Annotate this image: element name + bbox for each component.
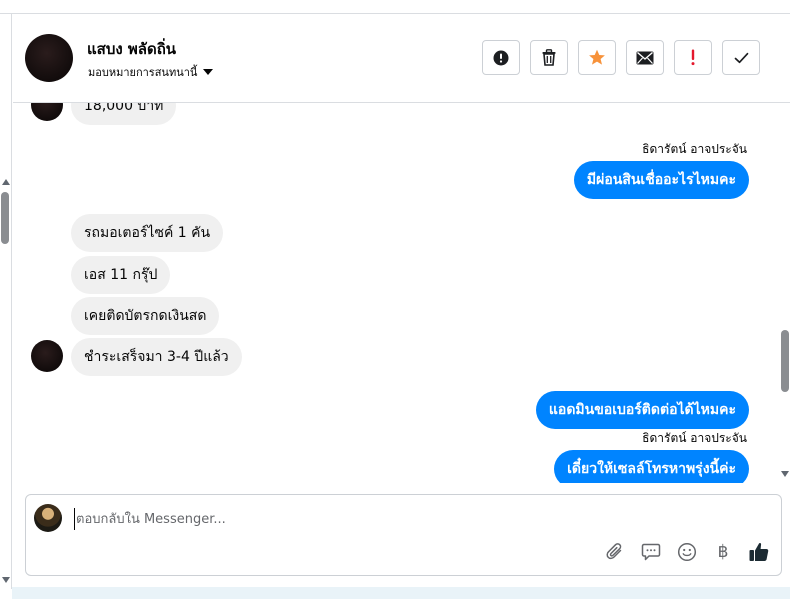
chat-bubble-icon [641, 543, 661, 561]
delete-button[interactable] [530, 40, 568, 75]
composer-tools: ฿ [604, 541, 770, 563]
payment-button[interactable]: ฿ [712, 541, 734, 563]
bottom-bar [12, 587, 790, 599]
incoming-message[interactable]: เอส 11 กรุ๊ป [71, 256, 171, 294]
star-icon [589, 49, 605, 65]
contact-avatar-small [31, 103, 63, 121]
thread-scrollbar[interactable] [781, 103, 790, 483]
emoji-button[interactable] [676, 541, 698, 563]
baht-icon: ฿ [717, 542, 729, 562]
contact-name[interactable]: แสบง พลัดถิ่น [87, 37, 176, 61]
top-bar [0, 0, 790, 14]
spam-button[interactable] [674, 40, 712, 75]
conversation-header: แสบง พลัดถิ่น มอบหมายการสนทนานี้ [13, 15, 790, 103]
outgoing-message[interactable]: มีผ่อนสินเชื่ออะไรไหมคะ [573, 161, 749, 199]
like-button[interactable] [748, 541, 770, 563]
thumbs-up-icon [749, 542, 769, 561]
messenger-page: แสบง พลัดถิ่น มอบหมายการสนทนานี้ 18,000 … [0, 0, 790, 599]
mark-unread-button[interactable] [626, 40, 664, 75]
contact-avatar-small [31, 340, 63, 372]
reply-input[interactable] [74, 508, 674, 530]
incoming-message[interactable]: รถมอเตอร์ไซค์ 1 คัน [71, 214, 224, 252]
sender-name: ธิดารัตน์ อาจประจัน [642, 431, 747, 445]
scroll-down-arrow-icon[interactable] [781, 471, 789, 477]
contact-avatar[interactable] [25, 34, 73, 82]
trash-icon [542, 49, 556, 66]
outgoing-message[interactable]: เดี๋ยวให้เซลล์โทรหาพรุ่งนี้ค่ะ [554, 450, 749, 483]
assign-label: มอบหมายการสนทนานี้ [88, 66, 198, 79]
scroll-up-arrow-icon[interactable] [2, 179, 10, 185]
paperclip-icon [606, 543, 622, 560]
saved-replies-button[interactable] [640, 541, 662, 563]
header-actions [482, 40, 760, 75]
sender-name: ธิดารัตน์ อาจประจัน [642, 142, 747, 156]
exclamation-icon [691, 49, 695, 66]
check-icon [734, 52, 748, 63]
scroll-down-arrow-icon[interactable] [2, 577, 10, 583]
star-button[interactable] [578, 40, 616, 75]
reply-composer: ฿ [25, 494, 782, 576]
envelope-icon [636, 51, 654, 64]
alert-circle-icon [493, 50, 509, 65]
done-button[interactable] [722, 40, 760, 75]
my-avatar [34, 504, 62, 532]
report-button[interactable] [482, 40, 520, 75]
smiley-icon [677, 542, 697, 562]
thread-scrollbar-thumb[interactable] [781, 330, 789, 392]
attach-button[interactable] [604, 541, 626, 563]
chevron-down-icon [203, 69, 214, 75]
left-scrollbar[interactable] [0, 14, 12, 589]
assign-conversation-dropdown[interactable]: มอบหมายการสนทนานี้ [88, 63, 214, 81]
incoming-message[interactable]: เคยติดบัตรกดเงินสด [71, 297, 220, 335]
incoming-message[interactable]: ชำระเสร็จมา 3-4 ปีแล้ว [71, 338, 242, 376]
left-scrollbar-thumb[interactable] [1, 192, 9, 244]
incoming-message[interactable]: 18,000 บาท [71, 103, 177, 125]
outgoing-message[interactable]: แอดมินขอเบอร์ติดต่อได้ไหมคะ [535, 391, 749, 429]
message-thread[interactable]: 18,000 บาท ธิดารัตน์ อาจประจัน มีผ่อนสิน… [13, 103, 781, 483]
